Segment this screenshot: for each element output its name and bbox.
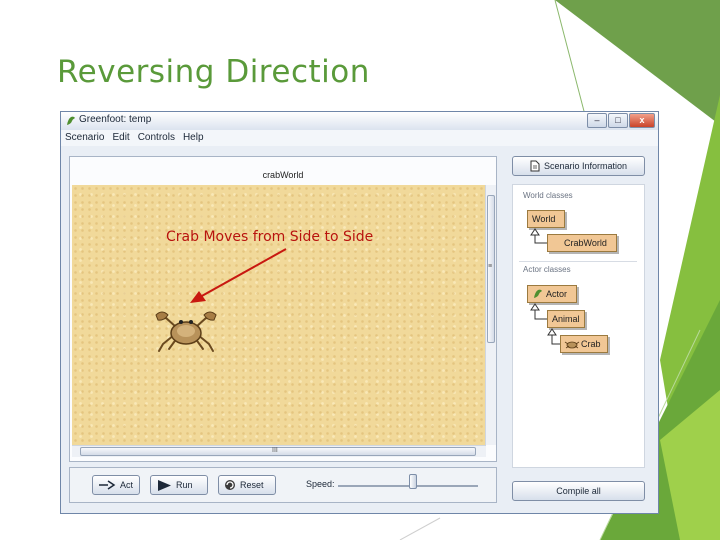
minimize-button[interactable]: –	[587, 113, 607, 128]
compile-all-button[interactable]: Compile all	[512, 481, 645, 501]
run-button[interactable]: Run	[150, 475, 208, 495]
close-button[interactable]: x	[629, 113, 655, 128]
horizontal-grip-icon: III	[272, 447, 278, 454]
crab-icon[interactable]	[154, 309, 218, 353]
reset-button[interactable]: Reset	[218, 475, 276, 495]
scenario-information-label: Scenario Information	[543, 161, 628, 171]
class-diagram: World classes World CrabWorld Actor clas…	[512, 184, 645, 468]
scenario-information-button[interactable]: Scenario Information	[512, 156, 645, 176]
slide-title: Reversing Direction	[57, 54, 370, 90]
speed-slider-track[interactable]	[338, 485, 478, 487]
window-controls: – □ x	[587, 113, 655, 128]
vertical-grip-icon: ≡	[488, 263, 493, 270]
class-side-panel: Scenario Information World classes World…	[510, 156, 647, 468]
act-step-icon	[99, 480, 116, 490]
reset-label: Reset	[240, 480, 264, 490]
world-vertical-scrollbar[interactable]: ≡	[485, 185, 496, 445]
window-titlebar[interactable]: Greenfoot: temp – □ x	[61, 112, 658, 131]
greenfoot-logo-icon	[67, 116, 75, 125]
run-label: Run	[176, 480, 193, 490]
reset-icon	[225, 480, 235, 490]
world-canvas[interactable]: Crab Moves from Side to Side	[72, 185, 486, 445]
menu-bar: Scenario Edit Controls Help	[61, 130, 658, 146]
class-hierarchy-lines	[530, 228, 560, 345]
maximize-button[interactable]: □	[608, 113, 628, 128]
menu-controls[interactable]: Controls	[138, 130, 175, 146]
menu-scenario[interactable]: Scenario	[65, 130, 104, 146]
document-icon	[530, 160, 540, 172]
annotation-arrow-icon	[190, 248, 287, 303]
act-label: Act	[120, 480, 134, 490]
window-title: Greenfoot: temp	[79, 114, 152, 125]
act-button[interactable]: Act	[92, 475, 140, 495]
menu-edit[interactable]: Edit	[112, 130, 129, 146]
deco-line-bottom	[399, 517, 441, 540]
controls-bar: Act Run Reset Speed:	[69, 467, 497, 503]
green-shape-top	[555, 0, 720, 125]
world-panel: crabWorld Crab Moves from Side to Side ≡…	[69, 156, 497, 462]
speed-label: Speed:	[306, 479, 335, 489]
world-horizontal-scroll-thumb[interactable]	[80, 447, 476, 456]
speed-slider-thumb[interactable]	[409, 474, 417, 489]
greenfoot-window: Greenfoot: temp – □ x Scenario Edit Cont…	[60, 111, 659, 514]
play-icon	[158, 479, 171, 491]
world-title: crabWorld	[262, 170, 304, 180]
menu-help[interactable]: Help	[183, 130, 204, 146]
world-horizontal-scrollbar[interactable]: III	[72, 445, 486, 457]
